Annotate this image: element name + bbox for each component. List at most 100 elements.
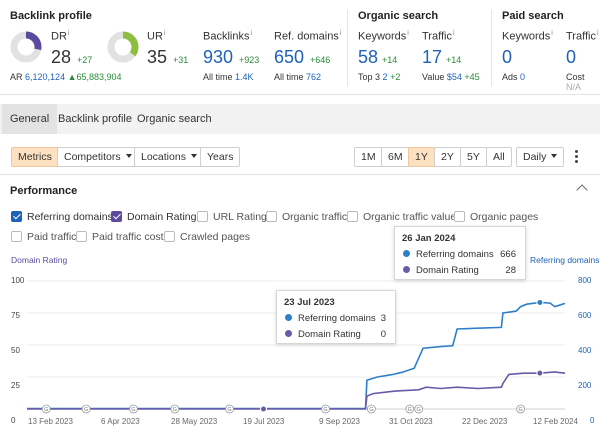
svg-text:G: G <box>131 407 135 413</box>
organic-traffic-value[interactable]: 17 <box>422 47 442 68</box>
right-tick-label: 0 <box>590 416 595 425</box>
interval-dropdown[interactable]: Daily <box>516 147 565 167</box>
ref-domains-value[interactable]: 650 <box>274 47 304 68</box>
range-1m-button[interactable]: 1M <box>354 147 383 167</box>
dr-value: 28 <box>51 47 72 67</box>
annotation-marker-icon: G <box>405 404 415 414</box>
chevron-down-icon <box>551 154 558 158</box>
backlinks-label[interactable]: Backlinksi <box>203 30 252 43</box>
checkbox-referring-domains[interactable]: Referring domains <box>11 211 113 225</box>
svg-text:G: G <box>173 407 177 413</box>
chart-toolbar: Metrics Competitors Locations Years 1M 6… <box>0 146 600 168</box>
ur-label[interactable]: URi <box>147 30 165 43</box>
ads-line: Ads 0 <box>502 72 526 82</box>
checkbox-organic-pages[interactable]: Organic pages <box>454 211 538 225</box>
ur-delta: +31 <box>173 55 189 65</box>
annotation-marker-icon: G <box>321 404 330 414</box>
right-tick-label: 600 <box>578 311 592 320</box>
metrics-header: Backlink profile DRi 28 +27 AR 6,120,124… <box>0 0 600 95</box>
paid-search-title: Paid search <box>502 10 564 22</box>
left-tick-label: 50 <box>11 346 20 355</box>
left-tick-label: 0 <box>11 416 16 425</box>
divider <box>491 10 492 86</box>
series-line-domain-rating <box>27 371 566 410</box>
traffic-value-line: Value $54 +45 <box>422 72 480 82</box>
chevron-up-icon[interactable] <box>576 184 588 196</box>
hover-point <box>536 369 544 377</box>
right-tick-label: 400 <box>578 346 592 355</box>
left-tick-label: 25 <box>11 381 20 390</box>
range-1y-button[interactable]: 1Y <box>408 147 435 167</box>
dr-donut-icon <box>10 31 42 63</box>
checkbox-crawled-pages[interactable]: Crawled pages <box>164 231 250 245</box>
left-tick-label: 75 <box>11 311 20 320</box>
competitors-dropdown[interactable]: Competitors <box>57 147 139 167</box>
dr-delta: +27 <box>77 55 93 65</box>
backlinks-alltime: All time 1.4K <box>203 72 254 82</box>
right-tick-label: 800 <box>578 276 592 285</box>
tooltip-jul-2023: 23 Jul 2023 Referring domains 3 Domain R… <box>276 290 396 344</box>
organic-traffic-label[interactable]: Traffici <box>422 30 455 43</box>
checkbox-empty-icon <box>266 211 277 222</box>
ur-value: 35 <box>147 47 168 67</box>
organic-keywords-value[interactable]: 58 <box>358 47 378 68</box>
backlinks-value[interactable]: 930 <box>203 47 233 68</box>
chevron-down-icon <box>125 154 132 158</box>
locations-dropdown[interactable]: Locations <box>134 147 204 167</box>
checkbox-organic-traffic-value[interactable]: Organic traffic value <box>347 211 456 225</box>
hover-point <box>259 405 267 413</box>
paid-traffic-value[interactable]: 0 <box>566 47 576 68</box>
x-tick-label: 19 Jul 2023 <box>243 417 285 426</box>
range-2y-button[interactable]: 2Y <box>434 147 461 167</box>
right-axis-title: Referring domains <box>530 255 600 265</box>
checkbox-paid-traffic-cost[interactable]: Paid traffic cost <box>76 231 164 245</box>
checkbox-url-rating[interactable]: URL Rating <box>197 211 267 225</box>
checkbox-paid-traffic[interactable]: Paid traffic <box>11 231 76 245</box>
tab-general[interactable]: General <box>2 104 58 134</box>
annotation-marker-icon: G <box>170 404 180 414</box>
checkbox-empty-icon <box>11 231 22 242</box>
years-button[interactable]: Years <box>200 147 241 167</box>
annotation-marker-icon: G <box>41 404 51 414</box>
annotation-marker-icon: G <box>366 404 376 414</box>
svg-text:G: G <box>323 407 327 413</box>
backlink-profile-title: Backlink profile <box>10 10 92 22</box>
svg-text:G: G <box>84 407 88 413</box>
dr-label[interactable]: DRi <box>51 30 69 43</box>
paid-keywords-label[interactable]: Keywordsi <box>502 30 553 43</box>
range-5y-button[interactable]: 5Y <box>460 147 487 167</box>
x-tick-label: 9 Sep 2023 <box>319 417 360 426</box>
metrics-button[interactable]: Metrics <box>11 147 59 167</box>
x-tick-label: 28 May 2023 <box>171 417 218 426</box>
annotation-marker-icon: G <box>516 404 526 414</box>
top3-line: Top 3 2 +2 <box>358 72 401 82</box>
checkbox-organic-traffic[interactable]: Organic traffic <box>266 211 347 225</box>
range-6m-button[interactable]: 6M <box>381 147 410 167</box>
ref-domains-label[interactable]: Ref. domainsi <box>274 30 341 43</box>
cost-line: Cost N/A <box>566 72 585 92</box>
performance-title: Performance <box>10 185 78 197</box>
annotation-marker-icon: G <box>414 404 424 414</box>
checkbox-empty-icon <box>164 231 175 242</box>
paid-keywords-value[interactable]: 0 <box>502 47 512 68</box>
x-tick-label: 6 Apr 2023 <box>101 417 140 426</box>
checkbox-domain-rating[interactable]: Domain Rating <box>111 211 196 225</box>
tab-backlink-profile[interactable]: Backlink profile <box>50 104 140 134</box>
organic-keywords-label[interactable]: Keywordsi <box>358 30 409 43</box>
svg-text:G: G <box>519 407 523 413</box>
tab-organic-search[interactable]: Organic search <box>129 104 220 134</box>
ref-domains-delta: +646 <box>310 55 331 65</box>
svg-text:G: G <box>417 407 421 413</box>
ur-donut-icon <box>107 31 139 63</box>
x-tick-label: 31 Oct 2023 <box>389 417 433 426</box>
ar-line: AR 6,120,124 ▲65,883,904 <box>10 72 122 82</box>
annotation-marker-icon: G <box>225 404 234 414</box>
tooltip-jan-2024: 26 Jan 2024 Referring domains 666 Domain… <box>394 226 526 280</box>
paid-traffic-label[interactable]: Traffici <box>566 30 599 43</box>
more-options-icon[interactable] <box>575 150 579 165</box>
range-all-button[interactable]: All <box>486 147 512 167</box>
organic-traffic-delta: +14 <box>446 55 462 65</box>
annotation-marker-icon: G <box>129 404 138 414</box>
annotation-marker-icon: G <box>81 404 91 414</box>
checkbox-empty-icon <box>197 211 208 222</box>
